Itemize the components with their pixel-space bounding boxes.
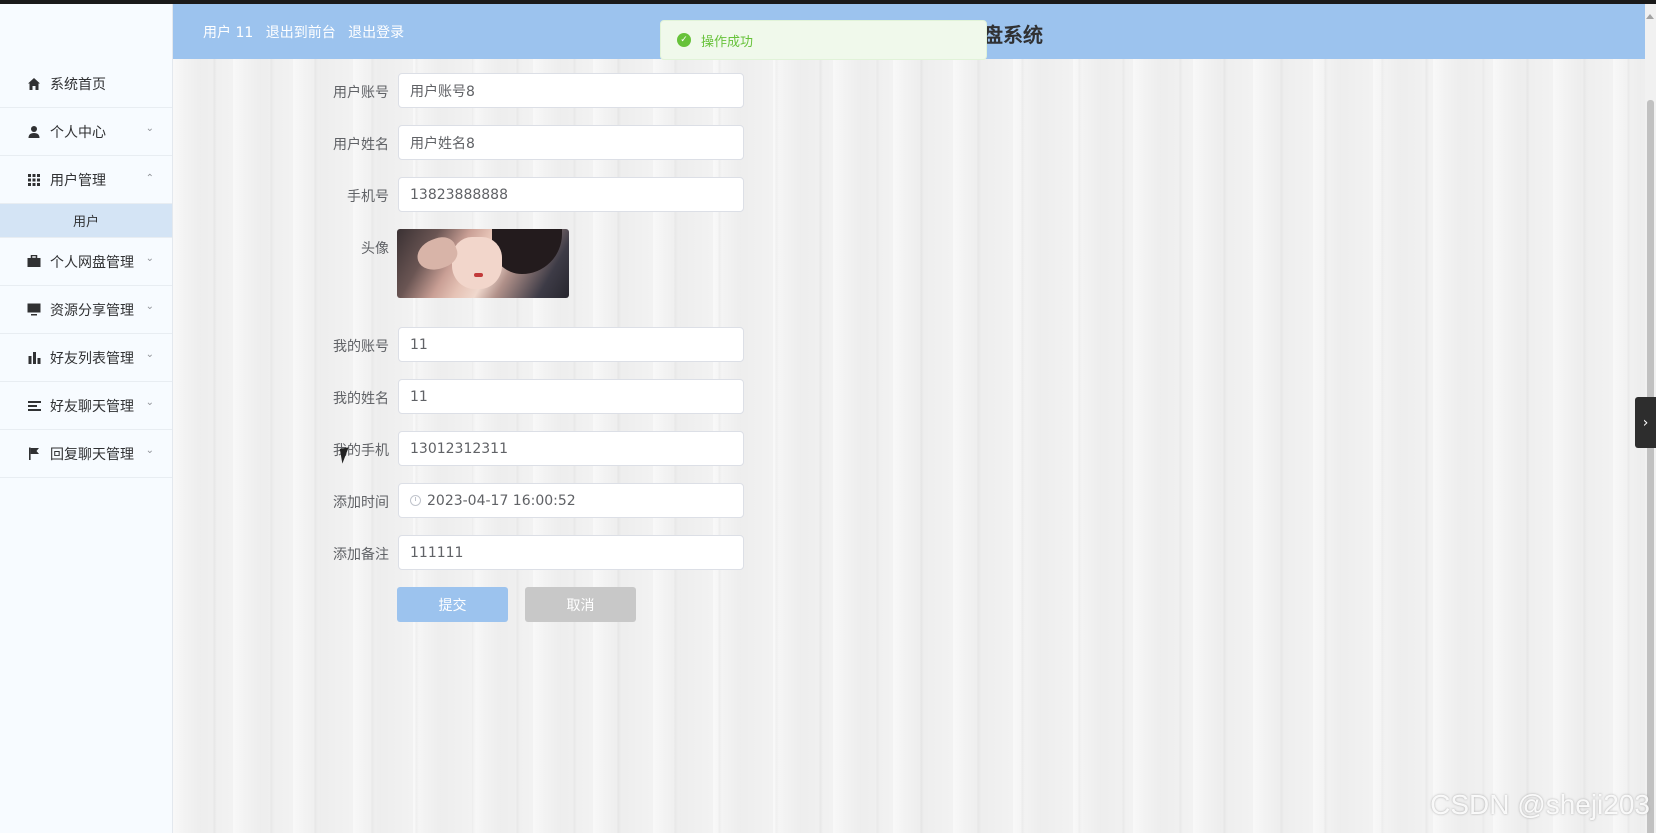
sidebar-item-label: 好友聊天管理 — [50, 398, 134, 415]
form-row-my-name: 我的姓名 11 — [300, 379, 750, 415]
home-icon — [26, 76, 42, 92]
monitor-icon — [26, 302, 42, 318]
header-links: 用户 11 退出到前台 退出登录 — [203, 22, 412, 42]
my-phone-field[interactable]: 13012312311 — [398, 431, 744, 466]
phone-field[interactable]: 13823888888 — [398, 177, 744, 212]
list-icon — [26, 398, 42, 414]
current-user-label: 用户 11 — [203, 25, 254, 41]
flag-icon — [26, 446, 42, 462]
chevron-right-icon: › — [1642, 414, 1649, 431]
remark-label: 添加备注 — [333, 547, 389, 563]
chevron-down-icon: ⌄ — [145, 397, 154, 408]
sidebar-item-label: 个人网盘管理 — [50, 254, 134, 271]
form-row-my-phone: 我的手机 13012312311 — [300, 431, 750, 467]
submit-button[interactable]: 提交 — [397, 587, 508, 622]
form-row-phone: 手机号 13823888888 — [300, 177, 750, 213]
phone-value: 13823888888 — [410, 186, 508, 203]
form-row-my-account: 我的账号 11 — [300, 327, 750, 363]
sidebar-item-label: 系统首页 — [50, 76, 106, 93]
cancel-button[interactable]: 取消 — [525, 587, 636, 622]
sidebar-item-friend-chat[interactable]: 好友聊天管理 ⌄ — [0, 382, 172, 430]
remark-field[interactable]: 111111 — [398, 535, 744, 570]
clock-icon — [410, 495, 421, 506]
add-time-picker[interactable]: 2023-04-17 16:00:52 — [398, 483, 744, 518]
phone-label: 手机号 — [347, 189, 389, 205]
check-circle-icon: ✓ — [677, 33, 691, 47]
account-label: 用户账号 — [333, 85, 389, 101]
chevron-down-icon: ⌄ — [145, 301, 154, 312]
sidebar-item-resource-share[interactable]: 资源分享管理 ⌄ — [0, 286, 172, 334]
toast-message: 操作成功 — [701, 34, 754, 50]
account-field[interactable]: 用户账号8 — [398, 73, 744, 108]
page-title: 盘系统 — [983, 23, 1043, 47]
my-name-label: 我的姓名 — [333, 391, 389, 407]
account-value: 用户账号8 — [410, 83, 475, 100]
sidebar: 系统首页 个人中心 ⌄ 用户管理 ⌃ 用户 个人网盘管理 ⌄ 资源分享管理 ⌄ … — [0, 4, 173, 833]
form-row-account: 用户账号 用户账号8 — [300, 73, 750, 109]
sidebar-item-label: 个人中心 — [50, 124, 106, 141]
name-label: 用户姓名 — [333, 137, 389, 153]
my-account-field[interactable]: 11 — [398, 327, 744, 362]
avatar-label: 头像 — [361, 241, 389, 257]
chevron-down-icon: ⌄ — [145, 253, 154, 264]
logout-link[interactable]: 退出登录 — [348, 25, 404, 41]
form-row-add-time: 添加时间 2023-04-17 16:00:52 — [300, 483, 750, 519]
chevron-down-icon: ⌄ — [145, 445, 154, 456]
chevron-up-icon: ⌃ — [145, 173, 154, 184]
bar-chart-icon — [26, 350, 42, 366]
scroll-up-arrow-icon[interactable] — [1646, 14, 1654, 19]
name-value: 用户姓名8 — [410, 135, 475, 152]
success-toast: ✓ 操作成功 — [660, 20, 987, 60]
sidebar-item-reply-chat[interactable]: 回复聊天管理 ⌄ — [0, 430, 172, 478]
add-time-label: 添加时间 — [333, 495, 389, 511]
scrollbar-thumb[interactable] — [1647, 100, 1654, 833]
my-account-value: 11 — [410, 336, 428, 353]
my-name-value: 11 — [410, 388, 428, 405]
sidebar-menu: 系统首页 个人中心 ⌄ 用户管理 ⌃ 用户 个人网盘管理 ⌄ 资源分享管理 ⌄ … — [0, 60, 172, 478]
avatar-image[interactable] — [397, 229, 569, 298]
avatar-lip — [474, 273, 483, 277]
sidebar-item-netdisk-management[interactable]: 个人网盘管理 ⌄ — [0, 238, 172, 286]
chevron-down-icon: ⌄ — [145, 349, 154, 360]
form-row-remark: 添加备注 111111 — [300, 535, 750, 571]
sidebar-item-label: 好友列表管理 — [50, 350, 134, 367]
sidebar-subitem-label: 用户 — [72, 215, 99, 230]
sidebar-item-home[interactable]: 系统首页 — [0, 60, 172, 108]
watermark: CSDN @sheji203 — [1430, 789, 1650, 820]
sidebar-subitem-user[interactable]: 用户 — [0, 204, 172, 238]
add-time-value: 2023-04-17 16:00:52 — [427, 492, 576, 509]
name-field[interactable]: 用户姓名8 — [398, 125, 744, 160]
side-panel-toggle[interactable]: › — [1635, 397, 1656, 448]
sidebar-item-label: 用户管理 — [50, 172, 106, 189]
my-phone-value: 13012312311 — [410, 440, 508, 457]
sidebar-item-personal-center[interactable]: 个人中心 ⌄ — [0, 108, 172, 156]
form-row-name: 用户姓名 用户姓名8 — [300, 125, 750, 161]
briefcase-icon — [26, 254, 42, 270]
avatar-hair — [492, 229, 562, 274]
exit-to-front-link[interactable]: 退出到前台 — [266, 25, 336, 41]
sidebar-item-label: 回复聊天管理 — [50, 446, 134, 463]
my-account-label: 我的账号 — [333, 339, 389, 355]
my-name-field[interactable]: 11 — [398, 379, 744, 414]
grid-icon — [26, 172, 42, 188]
chevron-down-icon: ⌄ — [145, 123, 154, 134]
sidebar-item-friend-list[interactable]: 好友列表管理 ⌄ — [0, 334, 172, 382]
avatar-face — [452, 237, 502, 289]
sidebar-item-label: 资源分享管理 — [50, 302, 134, 319]
user-icon — [26, 124, 42, 140]
remark-value: 111111 — [410, 544, 464, 561]
sidebar-item-user-management[interactable]: 用户管理 ⌃ — [0, 156, 172, 204]
